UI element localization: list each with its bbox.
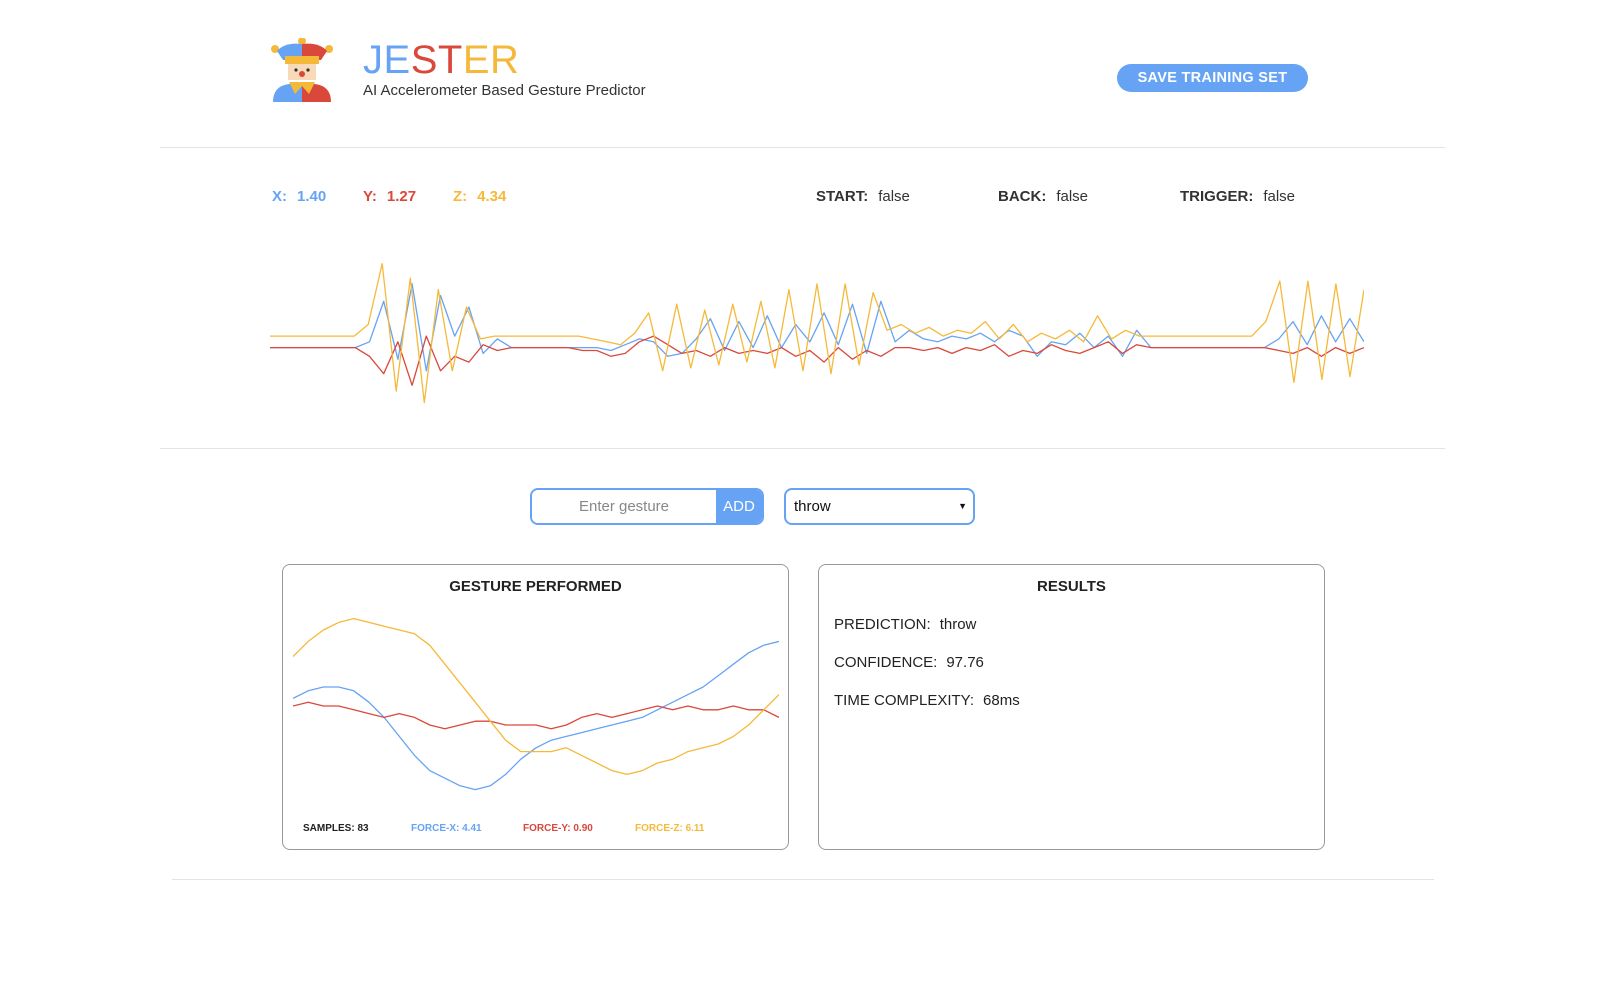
title-letter: E — [462, 38, 490, 82]
gesture-y-line — [293, 701, 779, 730]
prediction-row: PREDICTION: throw — [834, 616, 976, 633]
title-letter: J — [363, 38, 384, 82]
accelerometer-stream-chart — [270, 263, 1364, 404]
trigger-label: TRIGGER: — [1180, 188, 1254, 205]
results-panel-title: RESULTS — [1037, 578, 1106, 595]
gesture-select[interactable]: throw ▼ — [784, 488, 975, 525]
gesture-performed-panel: GESTURE PERFORMED SAMPLES: 83 FORCE-X: 4… — [282, 564, 789, 850]
app-subtitle: AI Accelerometer Based Gesture Predictor — [363, 82, 646, 99]
gesture-select-value: throw — [794, 498, 831, 515]
force-x-label: FORCE-X: — [411, 823, 460, 834]
confidence-row: CONFIDENCE: 97.76 — [834, 654, 984, 671]
back-status: BACK: false — [998, 188, 1088, 205]
caret-down-icon: ▼ — [958, 501, 967, 511]
force-y-stat: FORCE-Y: 0.90 — [523, 823, 593, 834]
confidence-value: 97.76 — [946, 654, 984, 671]
z-value: 4.34 — [477, 188, 507, 205]
samples-label: SAMPLES: — [303, 823, 355, 834]
trigger-status: TRIGGER: false — [1180, 188, 1295, 205]
time-complexity-row: TIME COMPLEXITY: 68ms — [834, 692, 1020, 709]
y-label: Y: — [363, 188, 377, 205]
force-y-value: 0.90 — [573, 823, 593, 834]
gesture-input-group: ADD — [530, 488, 764, 525]
x-label: X: — [272, 188, 287, 205]
title-letter: E — [383, 38, 411, 82]
start-label: START: — [816, 188, 869, 205]
time-complexity-value: 68ms — [983, 692, 1020, 709]
x-value: 1.40 — [297, 188, 327, 205]
y-value: 1.27 — [386, 188, 417, 205]
stream-z-line — [270, 263, 1364, 404]
title-letter: S — [410, 38, 438, 82]
gesture-panel-title: GESTURE PERFORMED — [449, 578, 622, 595]
force-x-stat: FORCE-X: 4.41 — [411, 823, 482, 834]
add-gesture-button[interactable]: ADD — [716, 490, 762, 523]
gesture-x-line — [293, 640, 779, 791]
divider — [160, 448, 1445, 449]
force-z-label: FORCE-Z: — [635, 823, 683, 834]
stream-y-line — [270, 335, 1364, 386]
force-z-stat: FORCE-Z: 6.11 — [635, 823, 704, 834]
divider — [172, 879, 1434, 880]
gesture-chart — [293, 617, 779, 791]
force-y-label: FORCE-Y: — [523, 823, 571, 834]
prediction-label: PREDICTION: — [834, 616, 931, 633]
start-value: false — [878, 188, 910, 205]
back-label: BACK: — [998, 188, 1047, 205]
title-letter: T — [437, 38, 463, 82]
y-readout: Y: 1.27 — [363, 188, 416, 205]
samples-value: 83 — [357, 823, 369, 834]
prediction-value: throw — [939, 616, 977, 633]
samples-stat: SAMPLES: 83 — [303, 823, 369, 834]
time-complexity-label: TIME COMPLEXITY: — [834, 692, 975, 709]
z-readout: Z: 4.34 — [453, 188, 506, 205]
force-z-value: 6.11 — [685, 823, 705, 834]
results-panel: RESULTS PREDICTION: throw CONFIDENCE: 97.7… — [818, 564, 1325, 850]
confidence-label: CONFIDENCE: — [834, 654, 938, 671]
force-x-value: 4.41 — [462, 823, 482, 834]
gesture-z-line — [293, 617, 779, 776]
back-value: false — [1056, 188, 1089, 205]
trigger-value: false — [1263, 188, 1296, 205]
z-label: Z: — [453, 188, 468, 205]
title-letter: R — [490, 38, 520, 82]
jester-icon — [271, 38, 333, 102]
save-training-set-button[interactable]: SAVE TRAINING SET — [1117, 64, 1308, 92]
divider — [160, 147, 1445, 148]
x-readout: X: 1.40 — [272, 188, 326, 205]
app-title: JESTER — [363, 38, 519, 82]
gesture-input[interactable] — [532, 490, 716, 523]
start-status: START: false — [816, 188, 910, 205]
